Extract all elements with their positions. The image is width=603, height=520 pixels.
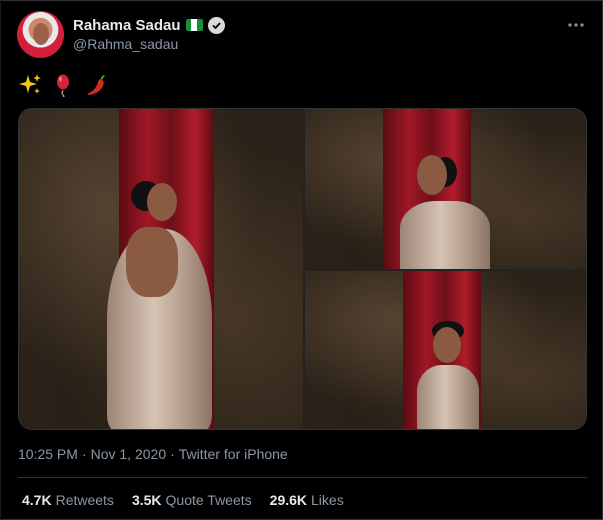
likes-label: Likes [311,492,344,508]
photo-2[interactable] [305,109,586,269]
hot-pepper-emoji-icon [87,75,105,95]
meta-separator: · [81,446,87,462]
quote-tweets-count: 3.5K [131,492,162,508]
tweet-text [18,72,108,98]
retweets-count: 4.7K [22,492,52,508]
avatar[interactable] [17,11,64,58]
balloon-emoji-icon [57,74,69,97]
quote-tweets-label: Quote Tweets [165,492,252,508]
likes-count: 29.6K [269,492,308,508]
likes-stat[interactable]: 29.6K Likes [270,492,344,508]
retweets-stat[interactable]: 4.7K Retweets [22,492,114,508]
verified-badge-icon [207,16,225,34]
sparkles-emoji-icon [19,74,41,94]
tweet-meta: 10:25 PM · Nov 1, 2020 · Twitter for iPh… [18,446,288,462]
retweets-label: Retweets [55,492,114,508]
media-grid [18,108,587,430]
quote-tweets-stat[interactable]: 3.5K Quote Tweets [132,492,252,508]
meta-separator: · [170,446,175,462]
more-options-icon[interactable] [568,15,584,31]
author-handle[interactable]: @Rahma_sadau [73,36,178,52]
tweet-source[interactable]: Twitter for iPhone [179,446,288,462]
tweet-time[interactable]: 10:25 PM [18,446,78,462]
divider [18,477,587,478]
author-name-row: Rahama Sadau [73,15,225,35]
nigeria-flag-icon [185,19,203,31]
engagement-stats: 4.7K Retweets 3.5K Quote Tweets 29.6K Likes [22,492,344,508]
photo-3[interactable] [305,271,586,429]
photo-1[interactable] [19,109,303,429]
author-name[interactable]: Rahama Sadau [73,17,181,34]
tweet-date[interactable]: Nov 1, 2020 [91,446,167,462]
